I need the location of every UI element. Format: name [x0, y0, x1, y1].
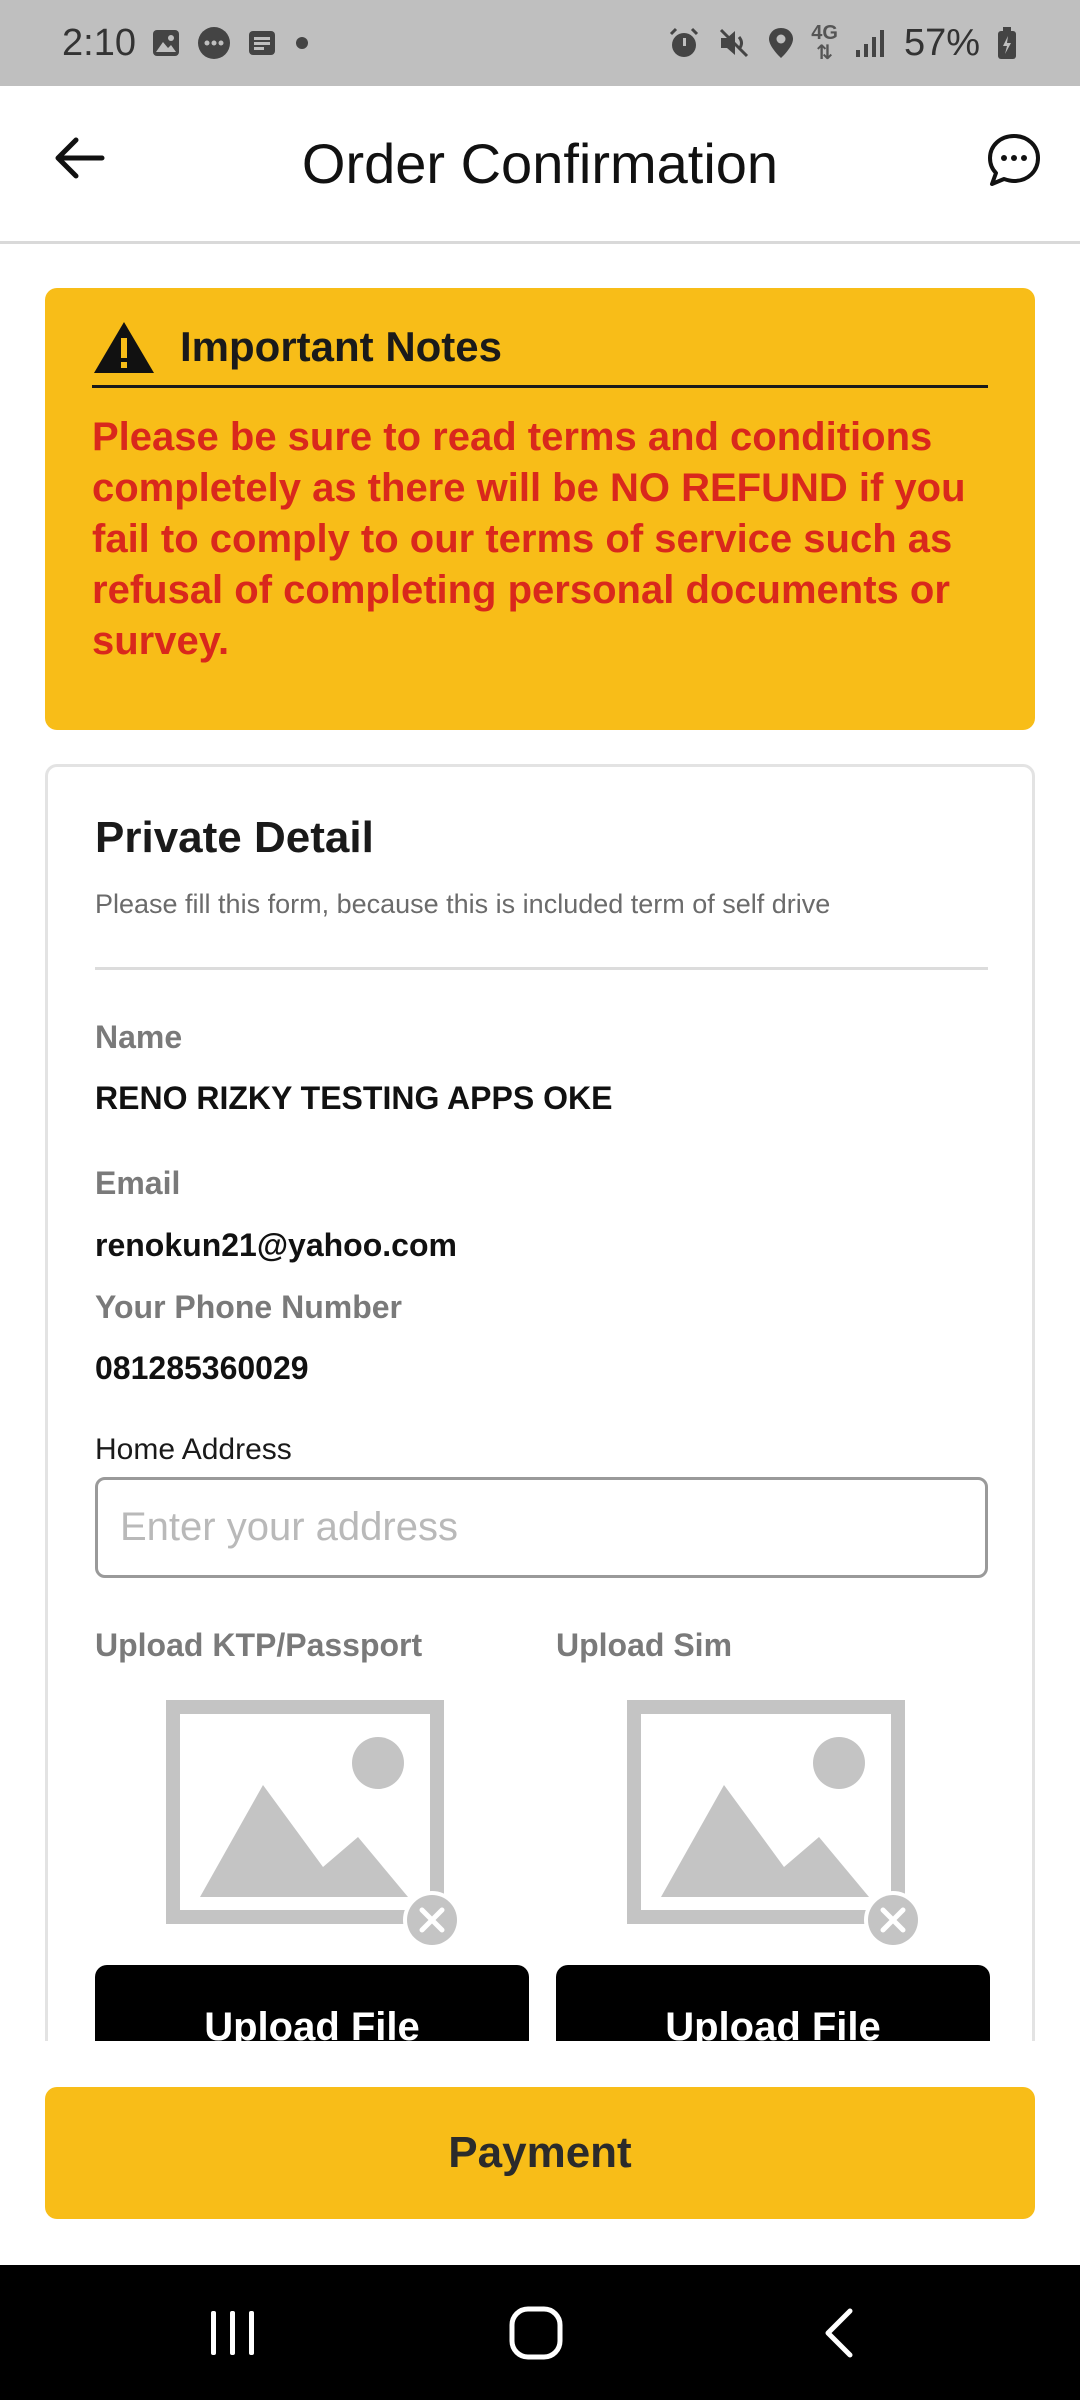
page-title: Order Confirmation [301, 132, 779, 195]
email-value: renokun21@yahoo.com [95, 1227, 457, 1263]
notes-line: fail to comply to our terms of service s… [92, 517, 953, 561]
chat-button[interactable] [984, 130, 1044, 190]
upload-ktp-label: Upload KTP/Passport [95, 1627, 423, 1663]
gallery-notification-icon [150, 27, 182, 59]
remove-image-icon[interactable] [403, 1891, 461, 1949]
home-address-input[interactable] [95, 1477, 988, 1578]
data-arrows-icon: ⇅ [816, 42, 833, 64]
network-type-label: 4G [811, 22, 838, 44]
sim-image-preview [624, 1697, 922, 1952]
signal-icon [854, 28, 888, 58]
content-scroll-area[interactable]: Important Notes Please be sure to read t… [0, 244, 1080, 2041]
important-notes-text: Please be sure to read terms and conditi… [92, 412, 988, 667]
status-time: 2:10 [62, 21, 136, 64]
app-bar: Order Confirmation [0, 86, 1080, 244]
upload-ktp-button[interactable]: Upload File [95, 1965, 529, 2041]
mute-icon [717, 26, 751, 60]
private-detail-card: Private Detail Please fill this form, be… [45, 764, 1035, 2041]
recent-apps-icon [211, 2310, 254, 2355]
phone-value: 081285360029 [95, 1350, 309, 1386]
warning-icon [94, 321, 154, 373]
back-nav-button[interactable] [778, 2265, 898, 2400]
location-icon [767, 26, 795, 60]
home-icon [509, 2306, 563, 2359]
upload-sim-label: Upload Sim [556, 1627, 733, 1663]
upload-sim-button[interactable]: Upload File [556, 1965, 990, 2041]
notes-line: Please be sure to read terms and conditi… [92, 415, 933, 459]
divider [95, 967, 988, 970]
payment-bar: Payment [0, 2041, 1080, 2265]
status-bar: 2:10 4G ⇅ 57% [0, 0, 1080, 86]
alarm-icon [667, 26, 701, 60]
home-address-label: Home Address [95, 1433, 292, 1466]
payment-button[interactable]: Payment [45, 2087, 1035, 2219]
message-notification-icon [196, 25, 232, 61]
arrow-left-icon [55, 137, 105, 179]
recent-apps-button[interactable] [173, 2265, 293, 2400]
notes-line: survey. [92, 619, 230, 663]
phone-label: Your Phone Number [95, 1289, 402, 1325]
ktp-image-preview [163, 1697, 461, 1952]
remove-image-icon[interactable] [864, 1891, 922, 1949]
important-notes-title: Important Notes [180, 322, 503, 370]
chevron-left-icon [825, 2308, 853, 2357]
battery-percent: 57% [903, 21, 980, 64]
news-notification-icon [246, 27, 278, 59]
name-label: Name [95, 1019, 183, 1055]
network-type-indicator: 4G ⇅ [811, 23, 838, 63]
name-value: RENO RIZKY TESTING APPS OKE [95, 1080, 613, 1116]
battery-icon [996, 26, 1018, 60]
system-nav-bar [0, 2265, 1080, 2400]
notes-line: completely as there will be NO REFUND if… [92, 466, 966, 510]
home-button[interactable] [476, 2265, 596, 2400]
private-detail-subtitle: Please fill this form, because this is i… [95, 889, 831, 919]
more-notifications-dot-icon [292, 33, 312, 53]
important-notes-panel: Important Notes Please be sure to read t… [45, 288, 1035, 730]
important-notes-header: Important Notes [92, 318, 988, 388]
email-label: Email [95, 1165, 181, 1201]
notes-line: refusal of completing personal documents… [92, 568, 950, 612]
chat-bubble-icon [988, 134, 1040, 186]
private-detail-title: Private Detail [95, 813, 374, 862]
back-button[interactable] [48, 126, 112, 190]
